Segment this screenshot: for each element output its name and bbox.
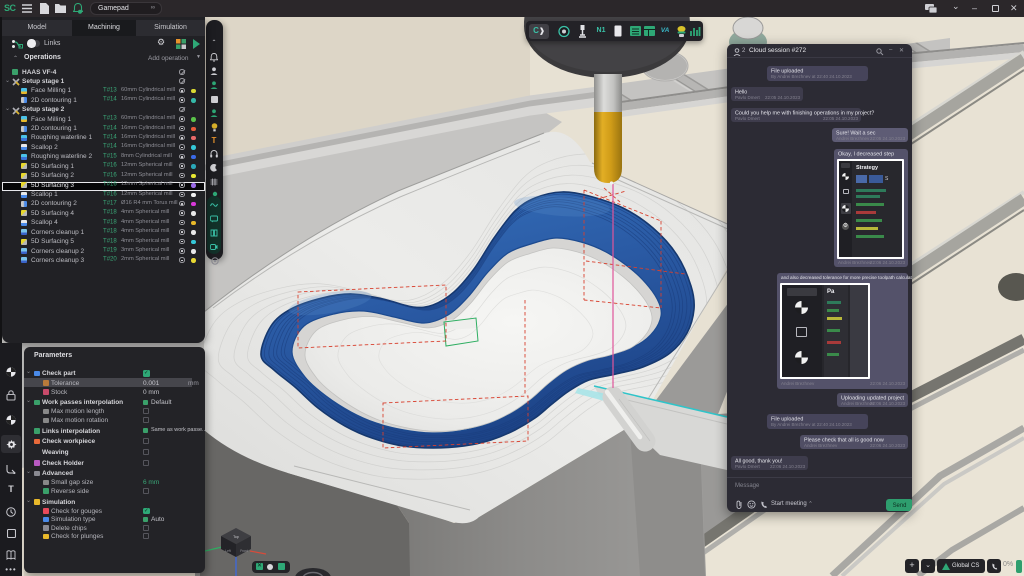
svg-text:Left: Left (225, 549, 230, 553)
svg-text:Top: Top (233, 535, 239, 539)
svg-text:Front: Front (240, 549, 248, 553)
